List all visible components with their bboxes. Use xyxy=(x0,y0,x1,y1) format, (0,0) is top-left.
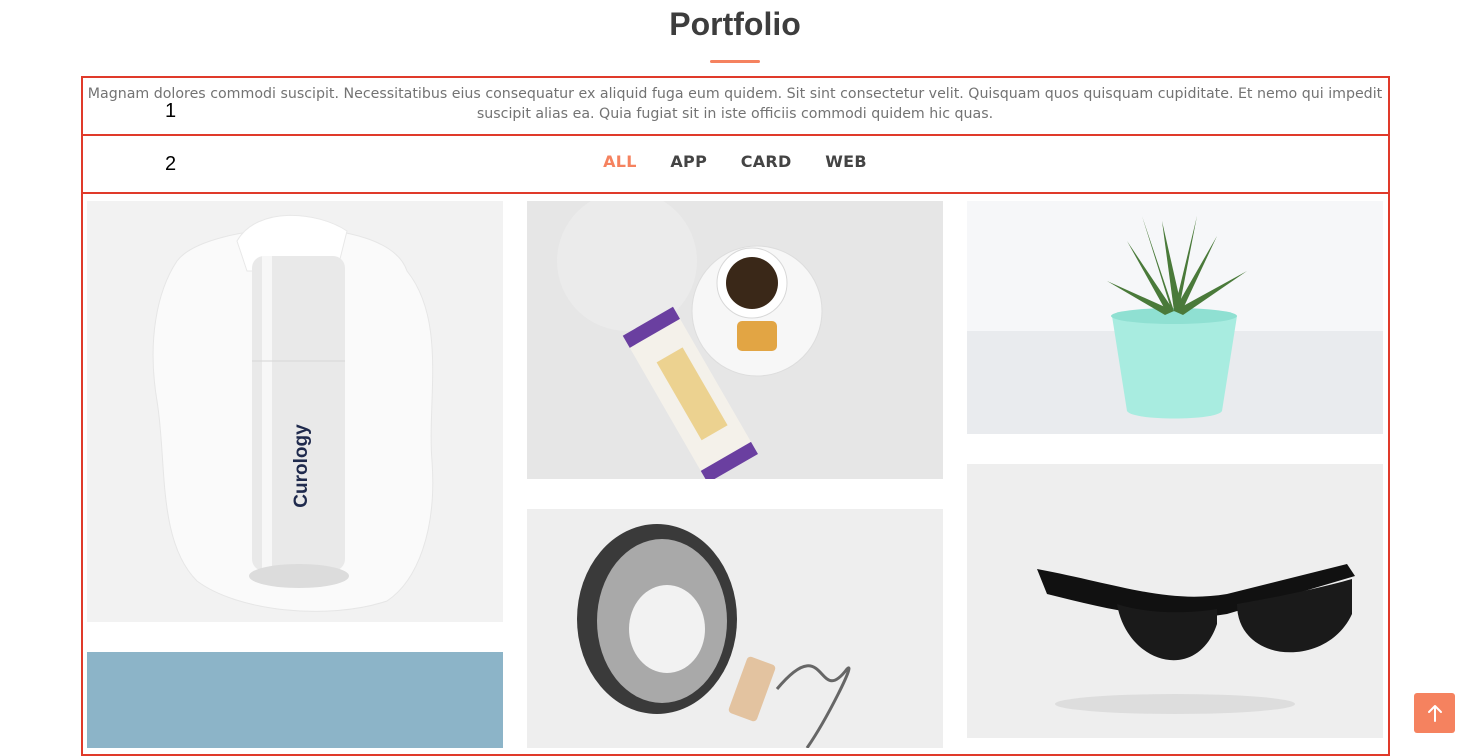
portfolio-item-sunglasses[interactable] xyxy=(967,464,1383,738)
section-description: Magnam dolores commodi suscipit. Necessi… xyxy=(87,86,1383,122)
filter-all[interactable]: ALL xyxy=(603,150,637,174)
sky-image xyxy=(87,652,503,748)
title-underline xyxy=(710,60,760,63)
portfolio-filters: ALL APP CARD WEB xyxy=(0,150,1470,174)
arrow-up-icon xyxy=(1427,705,1442,722)
curology-bottle-image: Curology xyxy=(87,201,503,622)
sunglasses-image xyxy=(967,464,1383,738)
portfolio-item-lamp[interactable] xyxy=(527,509,943,748)
lamp-image xyxy=(527,509,943,748)
section-title: Portfolio xyxy=(669,6,801,42)
honeycomb-image xyxy=(527,201,943,479)
portfolio-item-honeycomb[interactable] xyxy=(527,201,943,479)
portfolio-item-curology[interactable]: Curology xyxy=(87,201,503,622)
curology-brand-text: Curology xyxy=(291,424,312,508)
back-to-top-button[interactable] xyxy=(1414,693,1455,733)
filter-app[interactable]: APP xyxy=(670,150,707,174)
filter-card[interactable]: CARD xyxy=(741,150,792,174)
filter-web[interactable]: WEB xyxy=(825,150,867,174)
portfolio-item-plant[interactable] xyxy=(967,201,1383,434)
succulent-image xyxy=(967,201,1383,434)
portfolio-item-sky[interactable] xyxy=(87,652,503,748)
